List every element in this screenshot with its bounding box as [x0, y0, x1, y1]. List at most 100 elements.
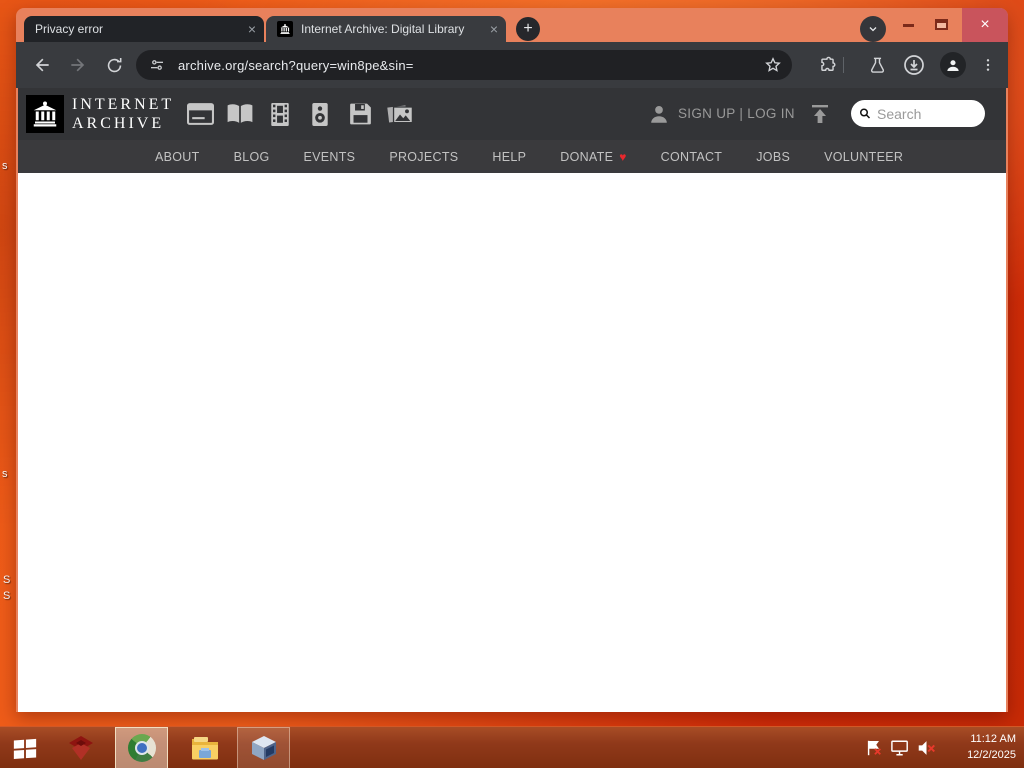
flask-icon	[870, 57, 884, 73]
account-person-icon[interactable]	[648, 102, 670, 131]
tab-search-button[interactable]	[860, 16, 886, 42]
system-tray	[865, 727, 936, 768]
blank-results-area	[18, 173, 1006, 712]
archive-nav: ABOUT BLOG EVENTS PROJECTS HELP DONATE ♥ …	[18, 140, 1006, 173]
avatar	[940, 52, 966, 78]
desktop-icon-label-fragment: s	[2, 160, 8, 172]
clock-time: 11:12 AM	[970, 733, 1016, 745]
images-icon[interactable]	[386, 101, 414, 127]
forward-button[interactable]	[66, 42, 90, 88]
tab-privacy-error[interactable]: Privacy error ×	[24, 16, 264, 42]
archive-logo[interactable]	[26, 95, 64, 133]
desktop-icon-label-fragment: S	[3, 574, 11, 586]
software-icon[interactable]	[346, 101, 374, 127]
virtualbox-icon	[251, 736, 276, 760]
logo-line1: INTERNET	[72, 96, 175, 113]
nav-label: JOBS	[756, 149, 791, 164]
signup-login-link[interactable]: SIGN UP | LOG IN	[678, 106, 795, 121]
audio-icon[interactable]	[306, 101, 334, 127]
menu-button[interactable]	[976, 42, 1000, 88]
tab-strip: Privacy error × Internet Archive: Digita…	[16, 8, 1008, 42]
clock-date: 12/2/2025	[967, 748, 1016, 761]
nav-label: HELP	[492, 149, 527, 164]
temple-icon	[33, 101, 57, 127]
donate-heart-icon: ♥	[619, 149, 627, 164]
nav-volunteer[interactable]: VOLUNTEER	[824, 150, 903, 164]
new-tab-button[interactable]: +	[516, 17, 540, 41]
nav-about[interactable]: ABOUT	[155, 150, 200, 164]
nav-blog[interactable]: BLOG	[234, 150, 270, 164]
nav-label: PROJECTS	[389, 149, 459, 164]
desktop-icon-label-fragment: s	[2, 468, 8, 480]
nav-donate[interactable]: DONATE ♥	[560, 150, 626, 164]
address-bar[interactable]: archive.org/search?query=win8pe&sin=	[136, 50, 792, 80]
nav-help[interactable]: HELP	[492, 150, 526, 164]
action-center-flag-icon[interactable]	[865, 739, 883, 757]
page-content: INTERNET ARCHIVE SIGN UP | LOG IN Search…	[18, 88, 1006, 712]
red-box-app-button[interactable]	[62, 727, 100, 768]
reload-button[interactable]	[102, 42, 126, 88]
file-explorer-icon	[192, 737, 218, 760]
toolbar-separator	[843, 57, 844, 73]
nav-contact[interactable]: CONTACT	[661, 150, 723, 164]
url-text: archive.org/search?query=win8pe&sin=	[178, 57, 414, 73]
archive-search-box[interactable]	[851, 100, 985, 127]
star-icon	[765, 57, 781, 72]
search-input[interactable]	[877, 105, 977, 122]
three-dots-icon	[986, 59, 990, 71]
archive-favicon-icon	[277, 21, 293, 37]
tune-icon	[151, 60, 163, 70]
media-type-row	[186, 101, 414, 127]
taskbar-clock[interactable]: 11:12 AM 12/2/2025	[967, 732, 1016, 764]
virtualbox-button[interactable]	[237, 727, 290, 768]
archive-header: INTERNET ARCHIVE SIGN UP | LOG IN Search	[18, 88, 1006, 140]
reload-icon	[107, 57, 121, 72]
nav-projects[interactable]: PROJECTS	[389, 150, 458, 164]
nav-label: EVENTS	[303, 149, 356, 164]
nav-label: BLOG	[233, 149, 270, 164]
site-info-button[interactable]	[144, 54, 170, 76]
desktop-icon-label-fragment: S	[3, 590, 11, 602]
person-icon	[947, 60, 959, 71]
upload-icon[interactable]	[808, 102, 832, 131]
chevron-down-icon	[869, 27, 877, 32]
downloads-button[interactable]	[900, 42, 928, 88]
browser-window: Privacy error × Internet Archive: Digita…	[16, 8, 1008, 712]
minimize-button[interactable]	[903, 24, 914, 27]
muted-speaker-icon[interactable]	[917, 739, 936, 757]
chrome-icon	[127, 734, 156, 762]
nav-label: VOLUNTEER	[824, 149, 904, 164]
windows-logo-icon	[13, 738, 37, 760]
profile-button[interactable]	[938, 42, 968, 88]
download-icon	[904, 55, 924, 75]
maximize-button[interactable]	[935, 19, 948, 30]
forward-arrow-icon	[71, 58, 85, 72]
puzzle-icon	[820, 56, 835, 71]
nav-jobs[interactable]: JOBS	[756, 150, 790, 164]
archive-logo-text[interactable]: INTERNET ARCHIVE	[72, 96, 174, 134]
nav-label: CONTACT	[660, 149, 723, 164]
back-button[interactable]	[30, 42, 54, 88]
nav-events[interactable]: EVENTS	[304, 150, 356, 164]
logo-line2: ARCHIVE	[72, 114, 165, 132]
tab-close-icon[interactable]: ×	[248, 22, 256, 36]
chrome-taskbar-button[interactable]	[115, 727, 168, 768]
close-window-button[interactable]: ×	[962, 8, 1008, 42]
bookmark-star-button[interactable]	[764, 56, 782, 74]
tab-title: Internet Archive: Digital Library	[301, 22, 465, 36]
texts-icon[interactable]	[226, 101, 254, 127]
file-explorer-button[interactable]	[186, 727, 224, 768]
taskbar: 11:12 AM 12/2/2025	[0, 726, 1024, 768]
tab-title: Privacy error	[35, 22, 104, 36]
nav-label: DONATE	[560, 149, 614, 164]
tab-internet-archive[interactable]: Internet Archive: Digital Library ×	[266, 16, 506, 42]
nav-label: ABOUT	[155, 149, 200, 164]
web-icon[interactable]	[186, 101, 214, 127]
start-button[interactable]	[8, 727, 42, 768]
chrome-labs-button[interactable]	[864, 42, 890, 88]
browser-toolbar: archive.org/search?query=win8pe&sin=	[16, 42, 1008, 88]
network-display-icon[interactable]	[890, 739, 910, 757]
extensions-button[interactable]	[814, 42, 840, 88]
video-icon[interactable]	[266, 101, 294, 127]
tab-close-icon[interactable]: ×	[490, 22, 498, 36]
